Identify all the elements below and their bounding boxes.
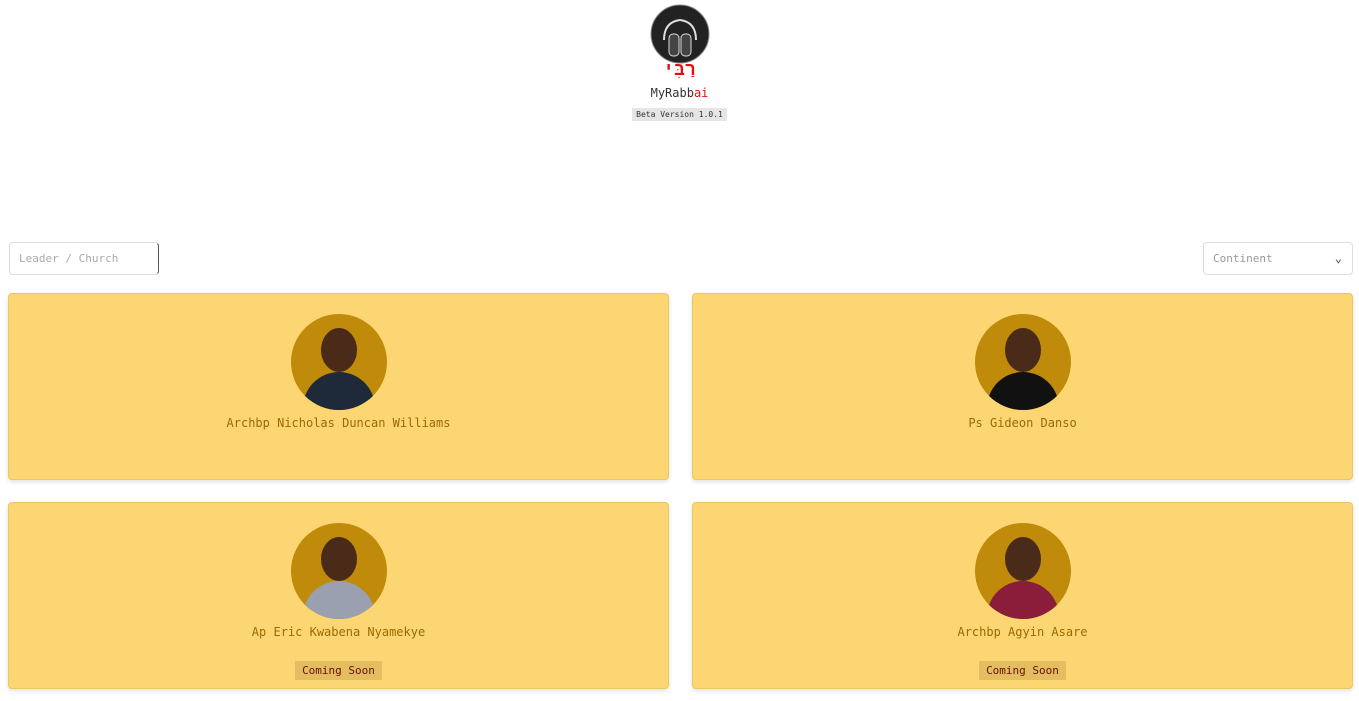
avatar	[290, 523, 387, 619]
avatar	[290, 314, 387, 410]
leader-card[interactable]: Archbp Agyin Asare Coming Soon	[692, 502, 1353, 689]
coming-soon-badge: Coming Soon	[979, 661, 1066, 680]
app-name-prefix: MyRabb	[650, 86, 694, 100]
leader-name: Archbp Nicholas Duncan Williams	[226, 416, 451, 430]
leader-card[interactable]: Ap Eric Kwabena Nyamekye Coming Soon	[8, 502, 669, 689]
app-name: MyRabbai	[0, 86, 1359, 100]
version-badge: Beta Version 1.0.1	[632, 108, 727, 121]
search-input[interactable]	[9, 242, 159, 275]
leader-name: Ps Gideon Danso	[968, 416, 1077, 430]
leader-card[interactable]: Archbp Nicholas Duncan Williams	[8, 293, 669, 480]
leader-name: Ap Eric Kwabena Nyamekye	[251, 625, 426, 639]
leader-name: Archbp Agyin Asare	[957, 625, 1088, 639]
header: רַבִּי MyRabbai Beta Version 1.0.1	[0, 4, 1359, 121]
leader-card[interactable]: Ps Gideon Danso	[692, 293, 1353, 480]
avatar	[974, 523, 1071, 619]
avatar	[974, 314, 1071, 410]
chevron-down-icon: ⌄	[1334, 251, 1342, 265]
app-name-suffix: ai	[693, 86, 709, 100]
coming-soon-badge: Coming Soon	[295, 661, 382, 680]
continent-select-value: Continent	[1213, 252, 1273, 265]
logo-icon	[650, 4, 709, 64]
hebrew-logo-text: רַבִּי	[663, 59, 696, 80]
continent-select[interactable]: Continent ⌄	[1203, 242, 1353, 275]
